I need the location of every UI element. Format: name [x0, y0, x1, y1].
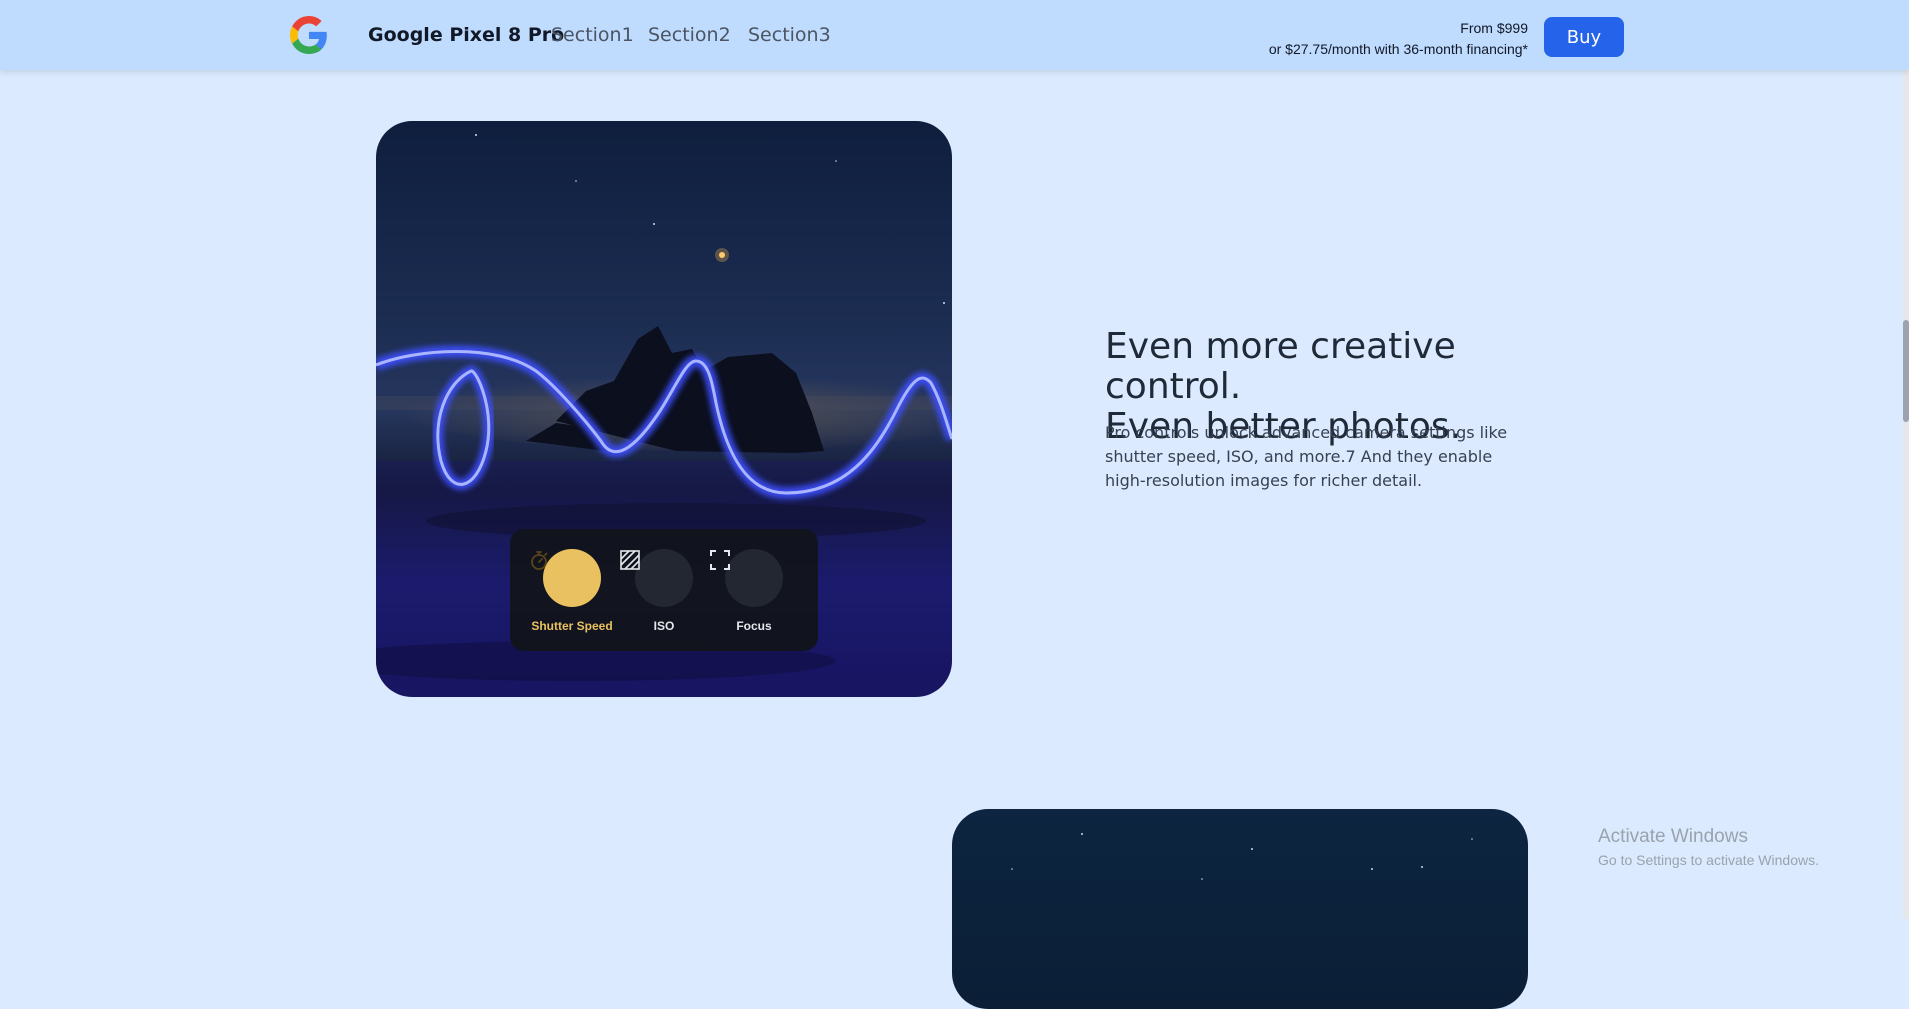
scrollbar-thumb[interactable]: [1903, 320, 1909, 422]
top-navigation-bar: Google Pixel 8 Pro Section1 Section2 Sec…: [0, 0, 1909, 70]
page-scrollbar[interactable]: [1903, 0, 1909, 919]
iso-hatch-icon[interactable]: [620, 549, 693, 607]
control-shutter-speed[interactable]: Shutter Speed: [527, 549, 617, 633]
stopwatch-icon[interactable]: [531, 549, 601, 607]
nav-link-section3[interactable]: Section3: [748, 24, 831, 46]
price-info: From $999 or $27.75/month with 36-month …: [1269, 18, 1528, 60]
star-field-photo: [1011, 833, 1473, 880]
control-label: Focus: [736, 619, 772, 633]
nav-link-section2[interactable]: Section2: [648, 24, 731, 46]
control-label: ISO: [653, 619, 675, 633]
windows-activation-watermark: Activate Windows Go to Settings to activ…: [1598, 826, 1819, 868]
night-sky-photo-card: [952, 809, 1528, 1009]
google-logo-icon[interactable]: [290, 16, 328, 54]
watermark-subtitle: Go to Settings to activate Windows.: [1598, 852, 1819, 868]
headline-line-1: Even more creative control.: [1105, 326, 1456, 407]
brand-title[interactable]: Google Pixel 8 Pro: [368, 24, 564, 46]
price-financing: or $27.75/month with 36-month financing*: [1268, 41, 1528, 57]
watermark-title: Activate Windows: [1598, 826, 1748, 847]
camera-pro-controls: Shutter Speed ISO Focus: [510, 529, 818, 651]
buy-button[interactable]: Buy: [1544, 17, 1624, 57]
control-label: Shutter Speed: [531, 619, 613, 633]
control-iso[interactable]: ISO: [619, 549, 709, 633]
night-photo-card: Shutter Speed ISO Focus: [376, 121, 952, 697]
focus-frame-icon[interactable]: [710, 549, 783, 607]
control-focus[interactable]: Focus: [709, 549, 799, 633]
feature-description: Pro controls unlock advanced camera sett…: [1105, 423, 1508, 490]
price-from: From $999: [1460, 20, 1528, 36]
nav-link-section1[interactable]: Section1: [551, 24, 634, 46]
